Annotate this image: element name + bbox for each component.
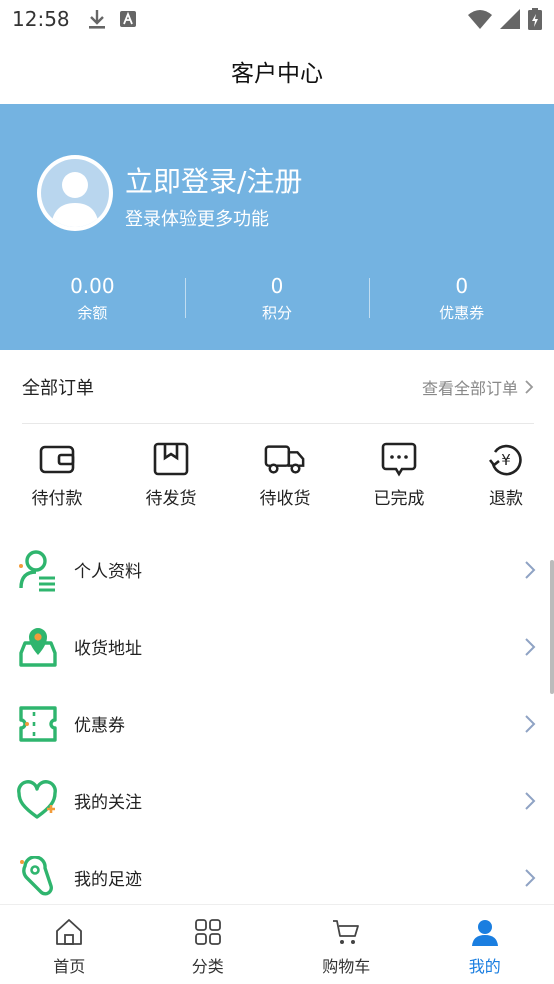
orders-title: 全部订单 xyxy=(22,377,94,399)
tab-label: 购物车 xyxy=(322,957,371,976)
footprint-icon xyxy=(16,855,60,900)
order-status-label: 待付款 xyxy=(31,489,83,509)
wallet-icon xyxy=(39,445,75,474)
order-status-pending-shipment[interactable]: 待发货 xyxy=(131,440,211,509)
menu-item-label: 优惠券 xyxy=(74,716,125,736)
menu-item-follows[interactable]: 我的关注 xyxy=(0,762,554,839)
chevron-right-icon xyxy=(525,560,536,579)
order-status-label: 待收货 xyxy=(259,489,311,509)
status-bar: 12:58 xyxy=(0,0,554,38)
order-status-pending-receipt[interactable]: 待收货 xyxy=(245,440,325,509)
tab-label: 首页 xyxy=(53,957,86,976)
tab-home[interactable]: 首页 xyxy=(0,905,139,984)
tab-label: 分类 xyxy=(191,957,224,976)
chevron-right-icon xyxy=(525,714,536,733)
grid-icon xyxy=(194,919,221,945)
chat-check-icon xyxy=(381,442,417,477)
location-icon xyxy=(16,625,60,669)
stat-label: 余额 xyxy=(77,304,108,322)
order-status-label: 已完成 xyxy=(373,489,425,509)
stat-coupons[interactable]: 0 优惠券 xyxy=(369,272,554,332)
stat-label: 优惠券 xyxy=(439,304,485,322)
menu-item-label: 收货地址 xyxy=(74,639,142,659)
tab-cart[interactable]: 购物车 xyxy=(277,905,416,984)
tab-category[interactable]: 分类 xyxy=(139,905,278,984)
order-status-label: 退款 xyxy=(489,489,523,509)
title-bar: 客户中心 xyxy=(0,38,554,104)
menu-item-coupons[interactable]: 优惠券 xyxy=(0,685,554,762)
stat-label: 积分 xyxy=(262,304,293,322)
wifi-icon xyxy=(468,10,492,29)
status-icons-right xyxy=(468,8,542,30)
menu-item-label: 我的关注 xyxy=(74,793,142,813)
download-icon xyxy=(88,10,105,29)
text-a-icon xyxy=(119,11,136,27)
order-status-completed[interactable]: 已完成 xyxy=(359,440,439,509)
stats-row: 0.00 余额 0 积分 0 优惠券 xyxy=(0,272,554,332)
menu-item-label: 我的足迹 xyxy=(74,870,142,890)
view-all-orders-link[interactable]: 查看全部订单 xyxy=(422,375,534,399)
refund-icon: ¥ xyxy=(488,444,522,476)
stat-value: 0 xyxy=(455,274,469,298)
user-icon xyxy=(471,920,498,946)
view-all-orders-label: 查看全部订单 xyxy=(421,378,518,398)
order-status-pending-payment[interactable]: 待付款 xyxy=(17,440,97,509)
battery-icon xyxy=(528,8,542,30)
home-icon xyxy=(56,919,83,945)
order-status-refund[interactable]: ¥ 退款 xyxy=(466,440,546,509)
stat-points[interactable]: 0 积分 xyxy=(184,272,370,332)
order-status-label: 待发货 xyxy=(145,489,197,509)
chevron-right-icon xyxy=(525,868,536,887)
menu-item-profile[interactable]: 个人资料 xyxy=(0,531,554,608)
stat-value: 0 xyxy=(270,274,284,298)
cart-icon xyxy=(333,920,360,944)
profile-header: 立即登录/注册 登录体验更多功能 0.00 余额 0 积分 0 优惠券 xyxy=(0,104,554,350)
chevron-right-icon xyxy=(525,791,536,810)
stat-value: 0.00 xyxy=(70,274,115,298)
svg-text:¥: ¥ xyxy=(501,451,511,469)
chevron-right-icon xyxy=(525,379,534,394)
avatar-placeholder-icon xyxy=(41,159,109,227)
menu-item-label: 个人资料 xyxy=(74,562,142,582)
orders-header: 全部订单 查看全部订单 xyxy=(22,350,534,424)
stat-balance[interactable]: 0.00 余额 xyxy=(0,272,185,332)
chevron-right-icon xyxy=(525,637,536,656)
package-icon xyxy=(153,442,189,476)
heart-icon xyxy=(16,779,60,823)
truck-icon xyxy=(264,445,305,474)
tab-label: 我的 xyxy=(468,957,501,976)
login-register-link[interactable]: 立即登录/注册 xyxy=(125,160,302,200)
signal-icon xyxy=(500,9,520,29)
order-status-row: 待付款 待发货 待收货 已完成 ¥ 退款 xyxy=(0,440,554,518)
login-subtitle: 登录体验更多功能 xyxy=(125,209,269,230)
status-icons-left xyxy=(88,8,136,30)
profile-icon xyxy=(16,548,60,592)
avatar[interactable] xyxy=(37,155,113,231)
account-menu: 个人资料 收货地址 优惠券 我的关注 我的足迹 xyxy=(0,531,554,916)
scrollbar[interactable] xyxy=(550,560,554,694)
menu-item-address[interactable]: 收货地址 xyxy=(0,608,554,685)
page-title: 客户中心 xyxy=(231,61,323,87)
status-time: 12:58 xyxy=(12,7,70,31)
coupon-icon xyxy=(16,702,60,746)
tab-mine[interactable]: 我的 xyxy=(416,905,554,984)
bottom-tab-bar: 首页 分类 购物车 我的 xyxy=(0,904,554,984)
